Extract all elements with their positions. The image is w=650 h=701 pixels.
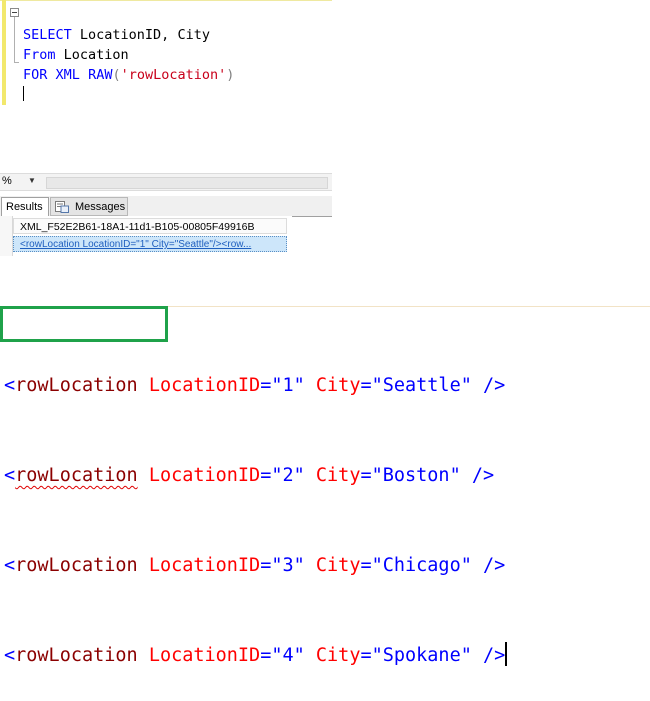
text-caret [23, 86, 24, 101]
results-zoom-bar: % ▼ [0, 173, 332, 191]
sql-code[interactable]: SELECT LocationID, City From Location FOR … [23, 5, 234, 145]
results-tabstrip: Results Messages [0, 196, 332, 217]
xml-line: <rowLocation LocationID="3" City="Chicag… [4, 555, 506, 576]
messages-icon [55, 201, 69, 213]
results-grid[interactable]: XML_F52E2B61-18A1-11d1-B105-00805F49916B… [0, 216, 292, 256]
xml-line: <rowLocation LocationID="4" City="Spokan… [4, 641, 507, 671]
xml-result-link[interactable]: <rowLocation LocationID="1" City="Seattl… [13, 236, 287, 252]
fold-guide-end [14, 62, 19, 63]
sql-editor[interactable]: SELECT LocationID, City From Location FOR … [0, 0, 332, 108]
chevron-down-icon[interactable]: ▼ [28, 176, 36, 185]
sql-line-4 [23, 85, 234, 105]
sql-line-1: SELECT LocationID, City [23, 27, 210, 43]
xml-line: <rowLocation LocationID="2" City="Boston… [4, 465, 495, 486]
collapse-icon[interactable] [10, 8, 19, 17]
editor-top-border [0, 0, 332, 1]
sql-line-2: From Location [23, 47, 129, 63]
text-caret [505, 642, 507, 666]
zoom-level[interactable]: % [2, 175, 12, 187]
sql-line-3: FOR XML RAW('rowLocation') [23, 67, 235, 83]
xml-output[interactable]: <rowLocation LocationID="1" City="Seattl… [4, 311, 507, 701]
fold-guide [14, 17, 15, 63]
tab-results[interactable]: Results [1, 197, 49, 216]
column-header[interactable]: XML_F52E2B61-18A1-11d1-B105-00805F49916B [13, 218, 287, 234]
tab-messages-label: Messages [75, 201, 126, 213]
highlight-box [0, 306, 168, 342]
tab-results-label: Results [6, 201, 43, 213]
row-header-column [0, 216, 13, 256]
tab-messages[interactable]: Messages [50, 197, 128, 216]
editor-change-margin [2, 0, 6, 105]
horizontal-scrollbar[interactable] [46, 177, 328, 189]
xml-line: <rowLocation LocationID="1" City="Seattl… [4, 375, 506, 396]
